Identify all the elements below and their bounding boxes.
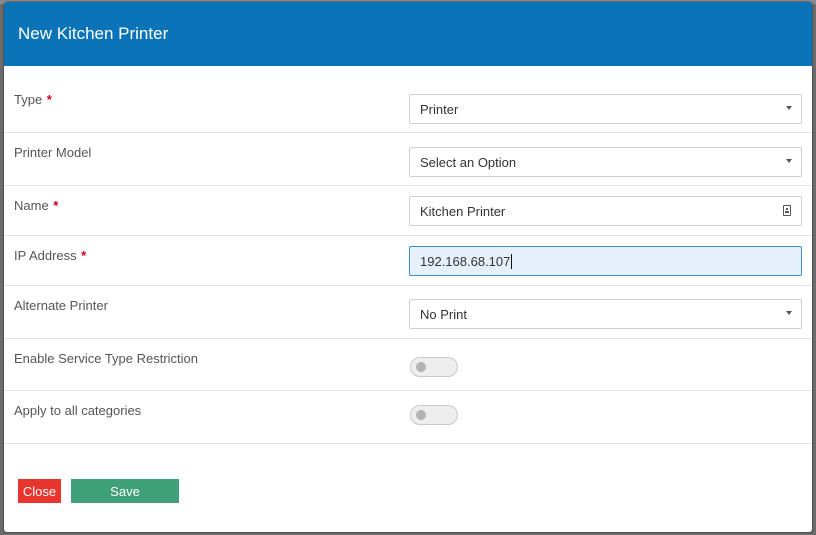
printer-model-select[interactable]: Select an Option: [409, 147, 802, 177]
chevron-down-icon: [786, 159, 792, 163]
chevron-down-icon: [786, 106, 792, 110]
toggle-knob: [416, 362, 426, 372]
type-select[interactable]: Printer: [409, 94, 802, 124]
modal-header: New Kitchen Printer: [4, 2, 812, 66]
alternate-printer-label: Alternate Printer: [14, 298, 108, 313]
type-row: Type * Printer: [4, 66, 812, 133]
name-input[interactable]: Kitchen Printer: [409, 196, 802, 226]
service-type-restriction-toggle[interactable]: [410, 357, 458, 377]
ip-address-input[interactable]: 192.168.68.107: [409, 246, 802, 276]
printer-model-select-value: Select an Option: [420, 154, 517, 170]
service-type-restriction-row: Enable Service Type Restriction: [4, 339, 812, 391]
name-input-value: Kitchen Printer: [420, 203, 506, 219]
alternate-printer-select-value: No Print: [420, 306, 467, 322]
type-label: Type *: [14, 92, 52, 107]
required-marker: *: [80, 248, 86, 263]
toggle-knob: [416, 410, 426, 420]
contact-card-icon[interactable]: [783, 205, 791, 216]
ip-address-row: IP Address * 192.168.68.107: [4, 236, 812, 286]
save-button[interactable]: Save: [71, 479, 179, 503]
alternate-printer-row: Alternate Printer No Print: [4, 286, 812, 339]
printer-model-row: Printer Model Select an Option: [4, 133, 812, 186]
type-select-value: Printer: [420, 101, 459, 117]
ip-address-label: IP Address *: [14, 248, 86, 263]
modal-title: New Kitchen Printer: [18, 24, 169, 43]
name-row: Name * Kitchen Printer: [4, 186, 812, 236]
ip-address-input-value: 192.168.68.107: [420, 253, 511, 269]
text-cursor: [511, 253, 513, 269]
apply-all-categories-row: Apply to all categories: [4, 391, 812, 444]
new-kitchen-printer-modal: New Kitchen Printer Type * Printer Printe…: [4, 2, 812, 532]
chevron-down-icon: [786, 311, 792, 315]
name-label: Name *: [14, 198, 58, 213]
printer-model-label: Printer Model: [14, 145, 92, 160]
close-button[interactable]: Close: [18, 479, 61, 503]
alternate-printer-select[interactable]: No Print: [409, 299, 802, 329]
apply-all-categories-label: Apply to all categories: [14, 403, 142, 418]
required-marker: *: [46, 92, 52, 107]
required-marker: *: [52, 198, 58, 213]
apply-all-categories-toggle[interactable]: [410, 405, 458, 425]
service-type-restriction-label: Enable Service Type Restriction: [14, 351, 199, 366]
